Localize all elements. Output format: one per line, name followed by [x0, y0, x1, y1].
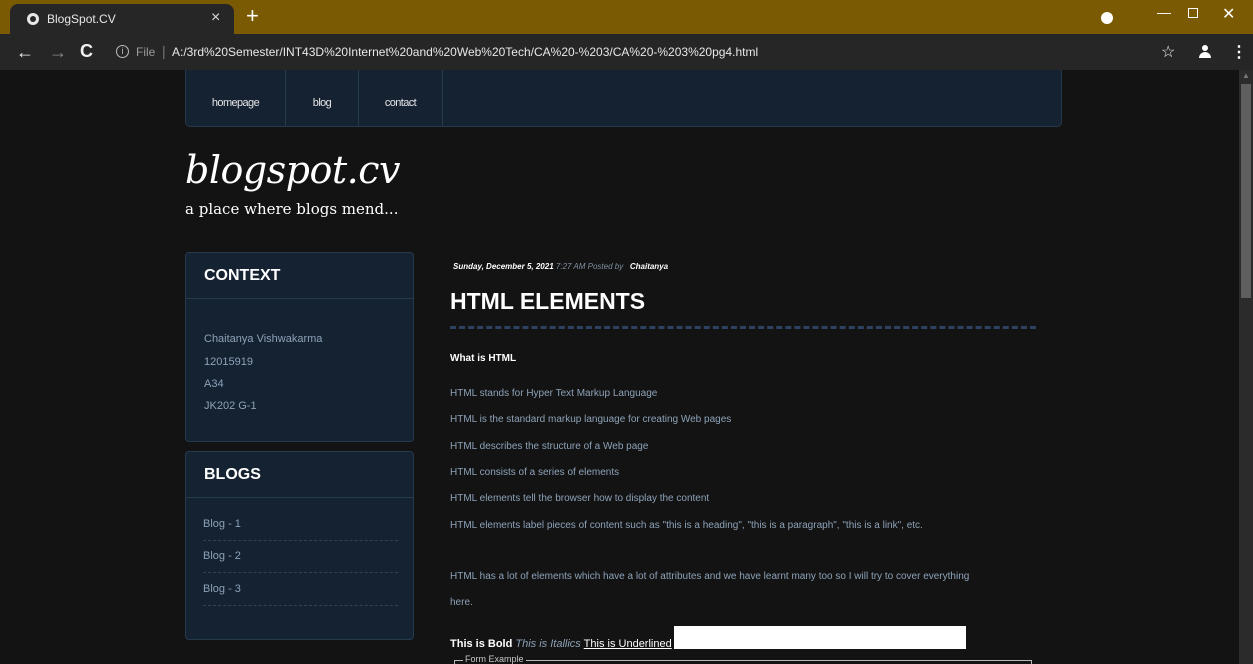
tab-strip: BlogSpot.CV × + — ✕ — [0, 0, 1253, 34]
formatting-demo: This is Bold This is Itallics This is Un… — [450, 638, 672, 650]
form-legend: Form Example — [463, 654, 526, 664]
italic-text: This is Itallics — [515, 638, 581, 650]
window-close-icon[interactable]: ✕ — [1222, 4, 1235, 24]
kebab-menu-icon[interactable]: ⋮ — [1231, 42, 1247, 62]
profile-indicator-icon[interactable] — [1101, 12, 1113, 24]
forward-arrow-icon[interactable]: → — [49, 42, 67, 63]
post-author: Chaitanya — [629, 262, 669, 271]
context-roll: A34 — [204, 378, 224, 390]
nav-blog[interactable]: blog — [286, 70, 359, 126]
close-tab-icon[interactable]: × — [211, 9, 220, 27]
underlined-text: This is Underlined — [583, 638, 672, 650]
post-title: HTML ELEMENTS — [450, 288, 646, 314]
blog-link-1[interactable]: Blog - 1 — [203, 518, 398, 541]
site-tagline: a place where blogs mend... — [185, 200, 399, 218]
browser-toolbar: ← → C i File | A:/3rd%20Semester/INT43D%… — [0, 34, 1253, 70]
globe-icon — [27, 13, 39, 25]
post-line: HTML is the standard markup language for… — [450, 414, 732, 425]
site-title: blogspot.cv — [185, 148, 401, 192]
url-divider: | — [162, 43, 166, 59]
context-reg-number: 12015919 — [204, 356, 253, 368]
context-heading: CONTEXT — [186, 253, 413, 299]
text-input-field[interactable] — [674, 626, 966, 649]
url-scheme: File — [136, 45, 156, 59]
form-example-fieldset: Form Example — [454, 654, 1032, 664]
restore-icon[interactable] — [1188, 8, 1198, 18]
bold-text: This is Bold — [450, 638, 513, 650]
vertical-scrollbar[interactable]: ▲ — [1239, 70, 1253, 664]
minimize-icon[interactable]: — — [1157, 4, 1171, 20]
scroll-up-icon[interactable]: ▲ — [1242, 71, 1250, 80]
post-line: HTML stands for Hyper Text Markup Langua… — [450, 388, 658, 399]
post-line: HTML describes the structure of a Web pa… — [450, 441, 649, 452]
blogs-panel: BLOGS Blog - 1 Blog - 2 Blog - 3 — [185, 451, 414, 640]
account-icon[interactable] — [1198, 45, 1212, 59]
info-icon[interactable]: i — [116, 45, 129, 58]
blog-link-3[interactable]: Blog - 3 — [203, 583, 398, 606]
context-name: Chaitanya Vishwakarma — [204, 333, 323, 345]
post-line: HTML elements label pieces of content su… — [450, 520, 923, 531]
post-paragraph-cont: here. — [450, 597, 473, 608]
new-tab-icon[interactable]: + — [246, 5, 259, 27]
post-line: HTML elements tell the browser how to di… — [450, 493, 710, 504]
blog-link-2[interactable]: Blog - 2 — [203, 550, 398, 573]
top-nav-bar: homepage blog contact — [185, 70, 1062, 127]
nav-homepage[interactable]: homepage — [186, 70, 286, 126]
reload-icon[interactable]: C — [80, 41, 93, 62]
context-section: JK202 G-1 — [204, 400, 257, 412]
bookmark-star-icon[interactable]: ☆ — [1161, 42, 1175, 62]
post-time: 7:27 AM Posted by — [555, 262, 624, 271]
browser-tab[interactable]: BlogSpot.CV × — [10, 4, 234, 34]
blogs-heading: BLOGS — [186, 452, 413, 498]
address-bar[interactable]: A:/3rd%20Semester/INT43D%20Internet%20an… — [172, 45, 758, 59]
nav-contact[interactable]: contact — [359, 70, 443, 126]
post-subheading: What is HTML — [450, 353, 517, 364]
post-date: Sunday, December 5, 2021 — [453, 262, 554, 271]
title-divider — [450, 326, 1036, 329]
page-viewport: homepage blog contact blogspot.cv a plac… — [0, 70, 1239, 664]
post-paragraph: HTML has a lot of elements which have a … — [450, 571, 970, 582]
context-panel: CONTEXT Chaitanya Vishwakarma 12015919 A… — [185, 252, 414, 442]
scrollbar-thumb[interactable] — [1241, 84, 1251, 298]
post-meta: Sunday, December 5, 2021 7:27 AM Posted … — [453, 262, 668, 271]
tab-title: BlogSpot.CV — [47, 12, 116, 26]
back-arrow-icon[interactable]: ← — [16, 42, 34, 63]
post-line: HTML consists of a series of elements — [450, 467, 620, 478]
